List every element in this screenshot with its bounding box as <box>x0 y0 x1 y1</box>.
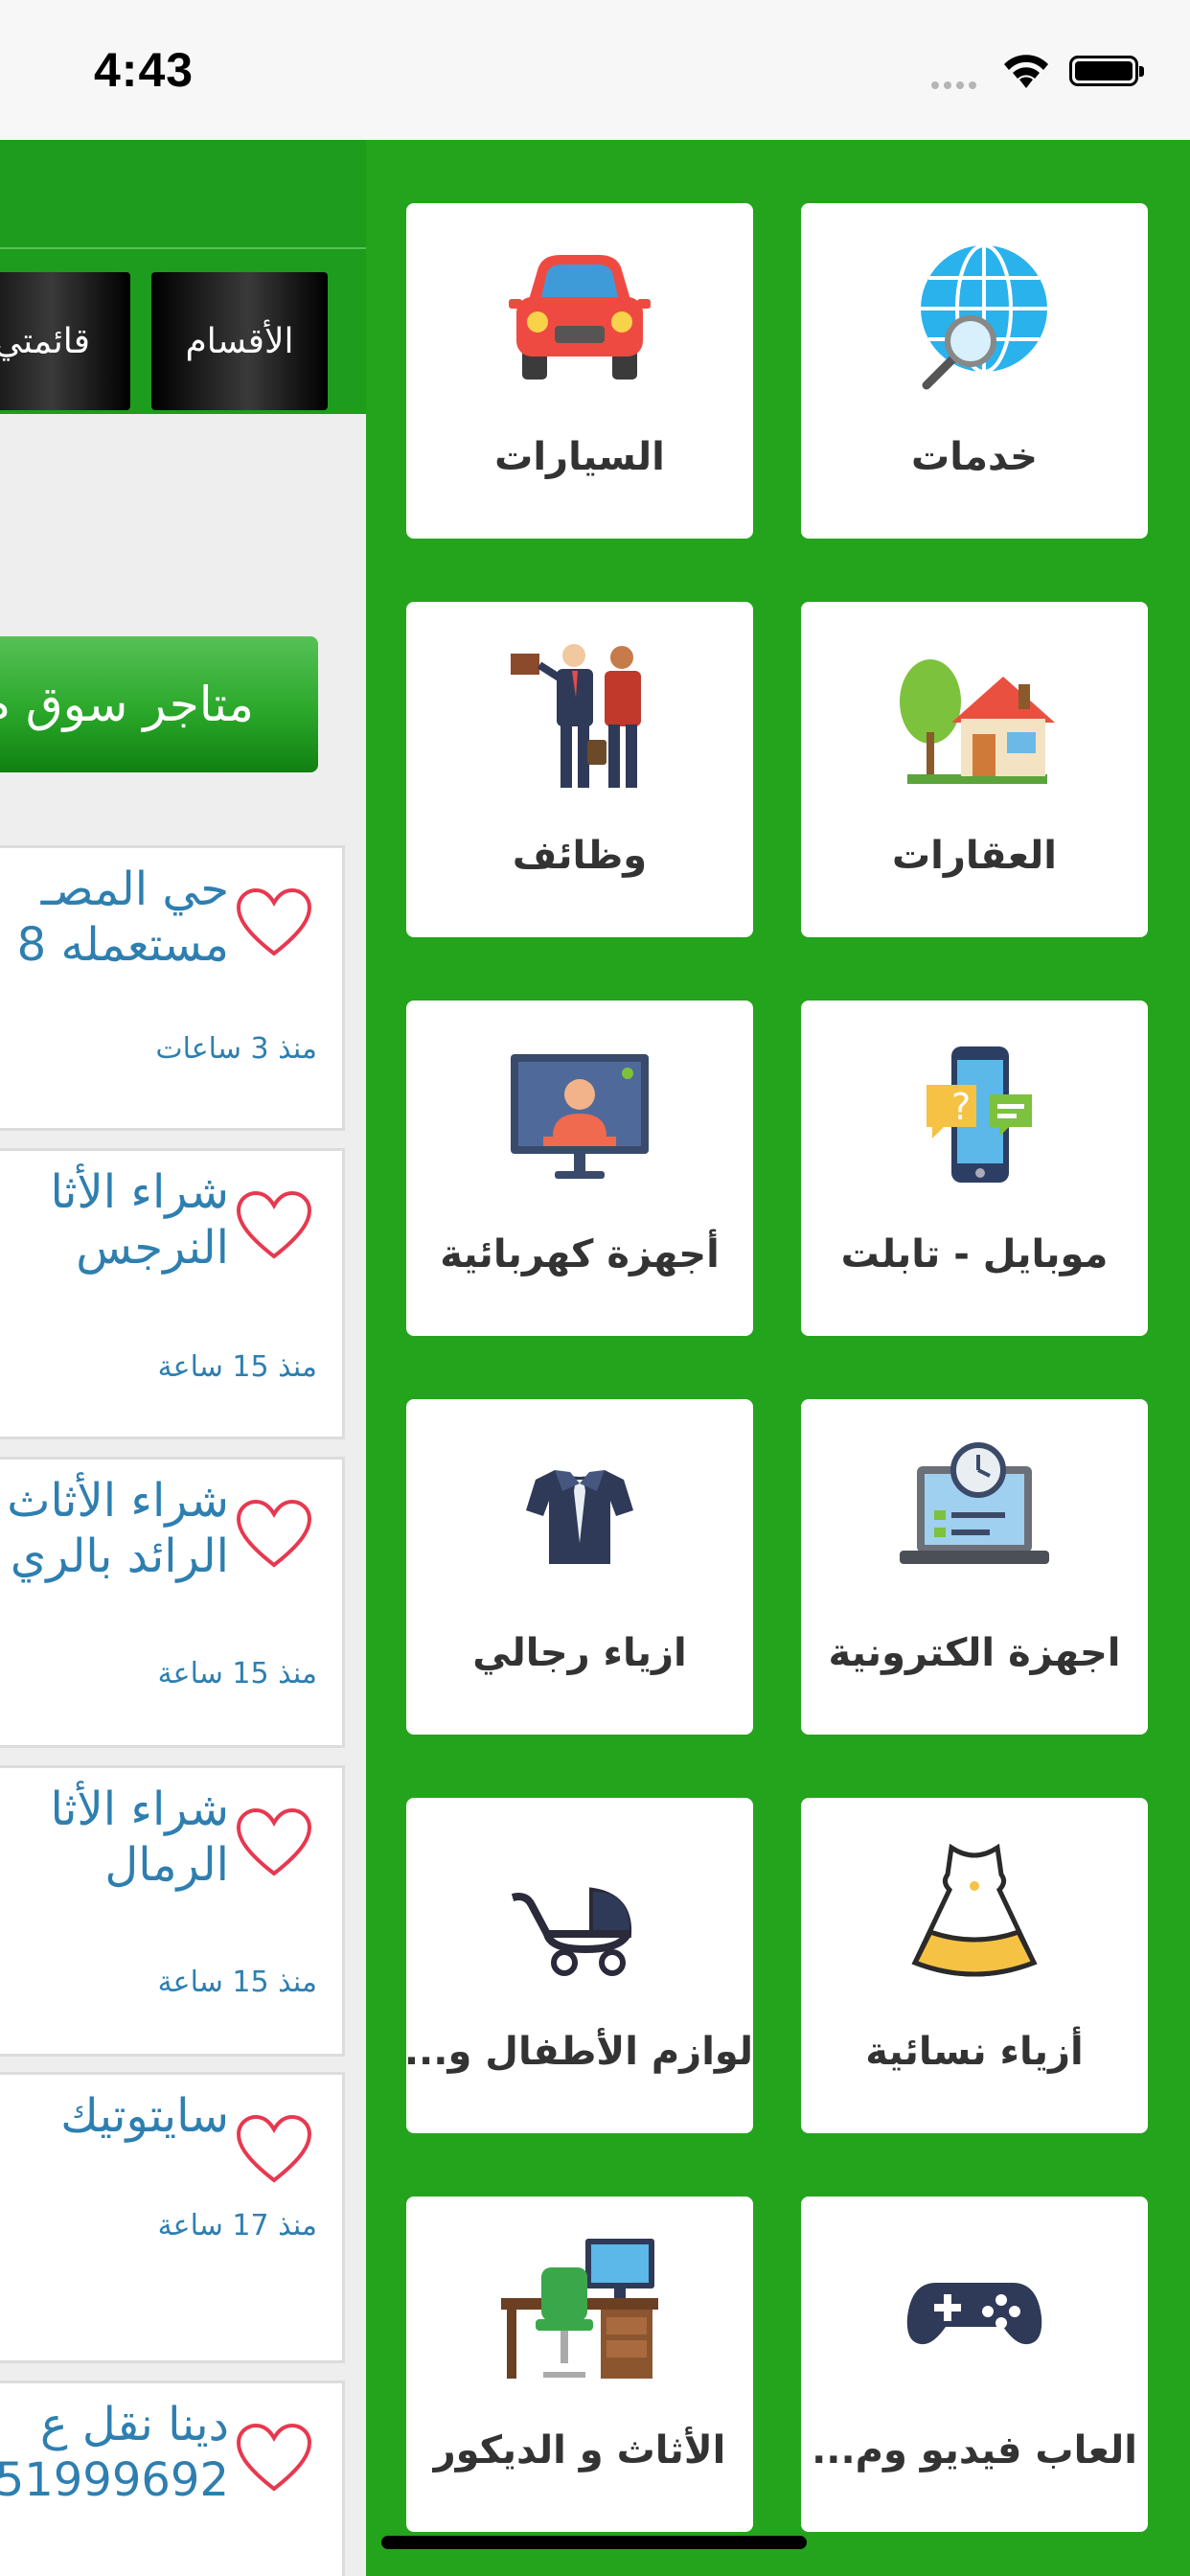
ad-title: دينا نقل ع 51999692 <box>0 2398 229 2507</box>
category-mens-fashion[interactable]: ازياء رجالي <box>406 1399 753 1735</box>
category-electrical-appliances[interactable]: أجهزة كهربائية <box>406 1000 753 1336</box>
heart-icon[interactable] <box>235 2422 313 2493</box>
category-label: أزياء نسائية <box>865 2030 1084 2074</box>
heart-icon[interactable] <box>235 2113 313 2184</box>
ad-title: سايتوتيك <box>60 2089 229 2143</box>
category-electronics[interactable]: اجهزة الكترونية <box>801 1399 1148 1735</box>
categories-drawer: خدمات السيارات العقارات وظائف ? موبايل -… <box>366 140 1190 2576</box>
heart-icon[interactable] <box>235 1189 313 1260</box>
main-tabs: الأقسام قائمتي <box>0 249 366 414</box>
battery-icon <box>1069 56 1144 86</box>
category-jobs[interactable]: وظائف <box>406 602 753 937</box>
shirt-tie-icon <box>526 1470 633 1564</box>
desk-furniture-icon <box>501 2239 658 2379</box>
ad-title: حي المصـ مستعمله 8 <box>16 862 229 972</box>
category-kids-supplies[interactable]: لوازم الأطفال و... <box>403 1798 753 2133</box>
ad-time: منذ 15 ساعة <box>157 1966 317 1999</box>
category-mobile-tablet[interactable]: ? موبايل - تابلت <box>801 1000 1148 1336</box>
category-video-games[interactable]: العاب فيديو وم... <box>801 2196 1148 2532</box>
category-services[interactable]: خدمات <box>801 203 1148 539</box>
category-real-estate[interactable]: العقارات <box>801 602 1148 937</box>
heart-icon[interactable] <box>235 1806 313 1877</box>
laptop-clock-icon <box>900 1442 1049 1564</box>
heart-icon[interactable] <box>235 886 313 957</box>
job-seekers-icon <box>511 644 641 788</box>
svg-text:?: ? <box>951 1086 971 1128</box>
status-bar: 4:43 <box>0 0 1190 140</box>
ad-time: منذ 15 ساعة <box>157 1350 317 1384</box>
tv-monitor-icon <box>511 1054 649 1179</box>
tab-my-list[interactable]: قائمتي <box>0 272 130 410</box>
category-furniture-decor[interactable]: الأثاث و الديكور <box>406 2196 753 2532</box>
game-controller-icon <box>906 2283 1042 2345</box>
mobile-chat-icon: ? <box>927 1046 1032 1183</box>
main-screen: الأقسام قائمتي متاجر سوق م حي المصـ مستع… <box>0 140 366 2576</box>
category-label: اجهزة الكترونية <box>828 1631 1121 1675</box>
list-item[interactable]: حي المصـ مستعمله 8 منذ 3 ساعات <box>0 845 345 1131</box>
category-label: ازياء رجالي <box>472 1631 687 1675</box>
list-item[interactable]: شراء الأثا النرجس منذ 15 ساعة <box>0 1148 345 1439</box>
wifi-icon <box>1004 55 1048 88</box>
status-time: 4:43 <box>94 43 195 97</box>
ad-title: شراء الأثا النرجس <box>50 1165 229 1275</box>
category-womens-fashion[interactable]: أزياء نسائية <box>801 1798 1148 2133</box>
heart-icon[interactable] <box>235 1498 313 1569</box>
category-label: الأثاث و الديكور <box>433 2428 726 2472</box>
car-icon <box>509 255 651 380</box>
category-label: لوازم الأطفال و... <box>403 2030 753 2074</box>
main-header <box>0 140 366 249</box>
category-cars[interactable]: السيارات <box>406 203 753 539</box>
list-item[interactable]: دينا نقل ع 51999692 <box>0 2380 345 2576</box>
category-label: السيارات <box>494 435 665 479</box>
home-indicator[interactable] <box>381 2536 807 2549</box>
category-label: العاب فيديو وم... <box>812 2428 1137 2472</box>
list-item[interactable]: سايتوتيك منذ 17 ساعة <box>0 2072 345 2363</box>
ad-title: شراء الأثا الرمال <box>50 1782 229 1892</box>
dress-icon <box>911 1843 1038 1977</box>
tab-categories[interactable]: الأقسام <box>151 272 328 410</box>
globe-search-icon <box>921 243 1047 390</box>
stores-button[interactable]: متاجر سوق م <box>0 636 318 772</box>
ad-time: منذ 3 ساعات <box>155 1032 317 1066</box>
signal-dots-icon <box>931 75 989 89</box>
category-label: وظائف <box>512 834 648 878</box>
list-item[interactable]: شراء الأثاث الرائد بالري منذ 15 ساعة <box>0 1457 345 1748</box>
category-label: أجهزة كهربائية <box>440 1232 720 1276</box>
category-label: خدمات <box>911 435 1038 479</box>
category-label: العقارات <box>891 834 1058 878</box>
list-item[interactable]: شراء الأثا الرمال منذ 15 ساعة <box>0 1765 345 2057</box>
house-icon <box>900 659 1055 784</box>
ad-time: منذ 15 ساعة <box>157 1657 317 1690</box>
ad-time: منذ 17 ساعة <box>157 2209 317 2242</box>
baby-stroller-icon <box>511 1887 632 1976</box>
ad-title: شراء الأثاث الرائد بالري <box>7 1474 229 1583</box>
category-label: موبايل - تابلت <box>840 1232 1109 1276</box>
